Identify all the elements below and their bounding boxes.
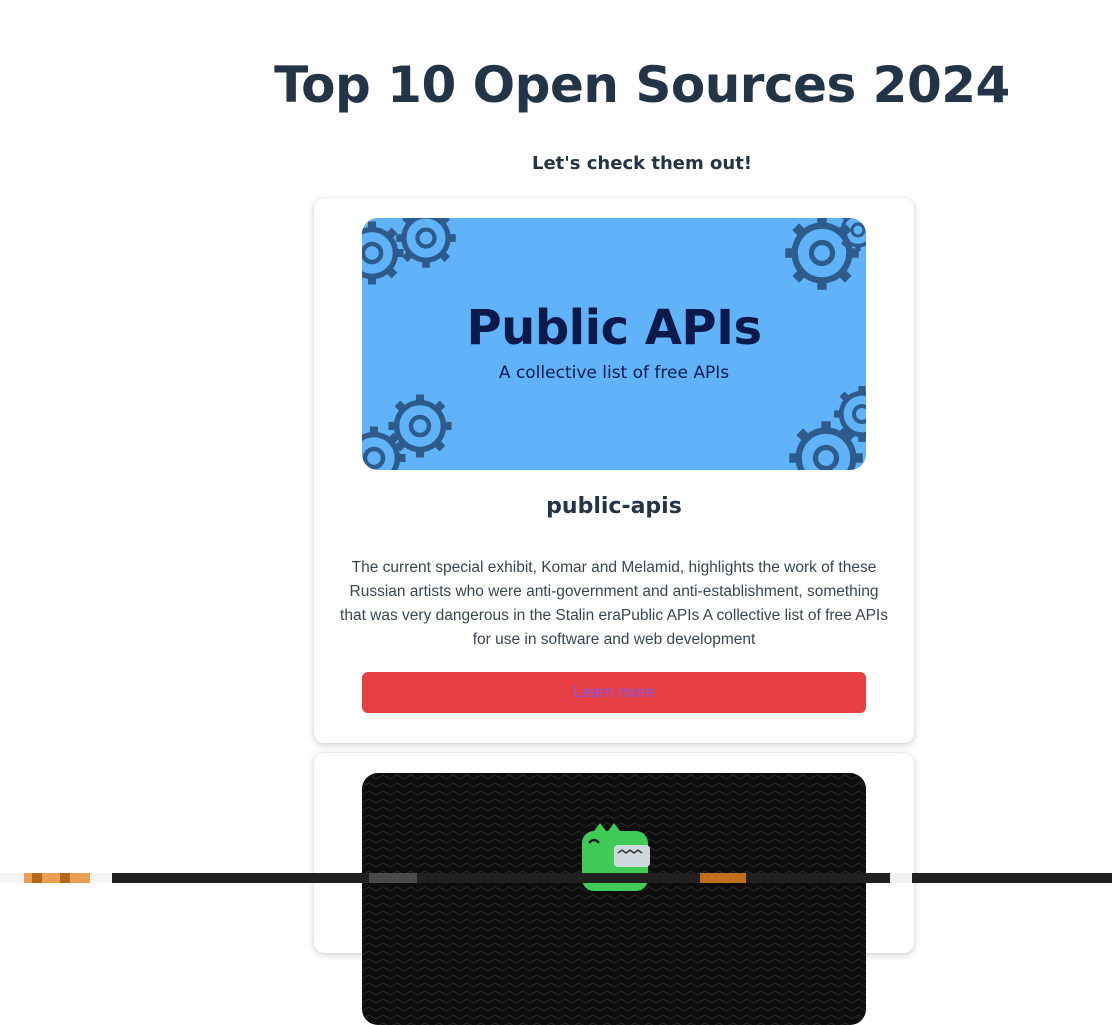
scroll-up-button[interactable] [890,873,912,883]
card-description: The current special exhibit, Komar and M… [340,559,888,648]
project-card-public-apis: Public APIs A collective list of free AP… [314,198,914,743]
taskbar [0,873,1112,883]
green-dinosaur-mascot-icon [362,773,866,1025]
project-card-next [314,753,914,1025]
project-banner-image: Public APIs A collective list of free AP… [362,218,866,470]
learn-more-button[interactable]: Learn more [362,672,866,713]
app-icon [24,873,90,883]
taskbar-app-button[interactable] [369,873,417,883]
card-title: public-apis [546,494,682,519]
project-banner-image [362,773,866,1025]
page-subtitle: Let's check them out! [531,153,753,174]
taskbar-start-area[interactable] [0,873,112,883]
banner-heading: Public APIs [466,300,762,356]
banner-subheading: A collective list of free APIs [498,363,730,383]
page-title: Top 10 Open Sources 2024 [274,56,1010,114]
taskbar-app-button[interactable] [700,873,746,883]
